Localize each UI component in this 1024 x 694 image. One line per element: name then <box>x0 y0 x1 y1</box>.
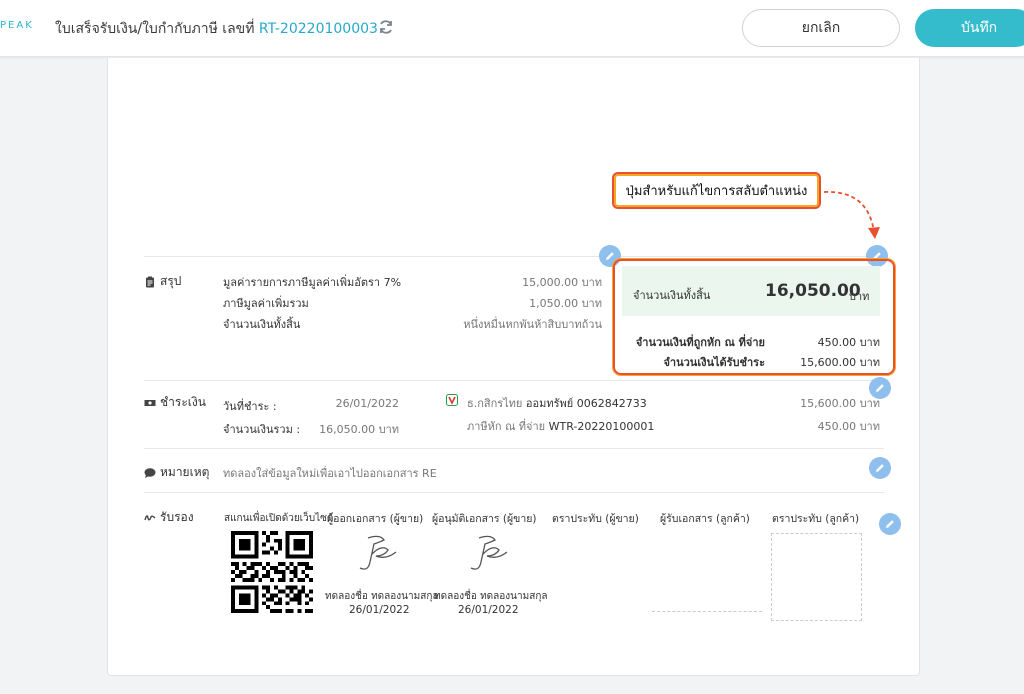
kbank-icon <box>446 394 458 406</box>
top-bar: PEAK ใบเสร็จรับเงิน/ใบกำกับภาษี เลขที่ R… <box>0 0 1024 57</box>
bank-name: ธ.กสิกรไทย <box>467 397 526 410</box>
divider <box>144 256 884 257</box>
divider <box>144 448 884 449</box>
note-section-label: หมายเหตุ <box>144 463 209 482</box>
refresh-icon[interactable] <box>378 19 394 35</box>
approver-signature-icon <box>470 535 508 570</box>
wht-document: WTR-20220100001 <box>548 420 655 433</box>
bank-line: ธ.กสิกรไทย ออมทรัพย์ 0062842733 <box>467 394 647 412</box>
approval-label: รับรอง <box>160 510 194 524</box>
callout-arrow-icon <box>823 191 880 239</box>
approver-date: 26/01/2022 <box>458 604 519 616</box>
edit-approval-button[interactable] <box>879 513 901 535</box>
cash-icon <box>144 399 156 406</box>
comment-icon <box>144 467 156 478</box>
wht-line: ภาษีหัก ณ ที่จ่าย WTR-20220100001 <box>467 417 654 435</box>
pencil-icon <box>876 384 884 392</box>
approval-section-label: รับรอง <box>144 508 194 527</box>
qr-code-icon[interactable] <box>231 531 313 613</box>
seller-stamp-label: ตราประทับ (ผู้ขาย) <box>552 513 639 525</box>
summary-row-label: ภาษีมูลค่าเพิ่มรวม <box>223 297 309 310</box>
amount-in-words: หนึ่งหมื่นหกพันห้าสิบบาทถ้วน <box>463 318 602 331</box>
summary-row-label: มูลค่ารายการภาษีมูลค่าเพิ่มอัตรา 7% <box>223 276 402 289</box>
highlight-frame <box>613 259 895 375</box>
document-number: RT-20220100003 <box>258 21 378 37</box>
bank-account: ออมทรัพย์ 0062842733 <box>525 397 647 410</box>
approver-name: ทดลองชื่อ ทดลองนามสกุล <box>434 591 548 602</box>
wht-amount: 450.00 บาท <box>817 420 880 433</box>
pencil-icon <box>876 464 884 472</box>
summary-row-value: 1,050.00 บาท <box>529 297 602 310</box>
bank-amount: 15,600.00 บาท <box>800 397 880 410</box>
summary-row-label: จำนวนเงินทั้งสิ้น <box>223 318 301 331</box>
cancel-button[interactable]: ยกเลิก <box>742 9 900 47</box>
note-text: ทดลองใส่ข้อมูลใหม่เพื่อเอาไปออกเอกสาร RE <box>223 467 437 480</box>
page-title: ใบเสร็จรับเงิน/ใบกำกับภาษี เลขที่ RT-202… <box>55 18 378 40</box>
payment-amount-label: จำนวนเงินรวม : <box>223 423 301 436</box>
wht-label: ภาษีหัก ณ ที่จ่าย <box>467 420 549 433</box>
payment-label: ชำระเงิน <box>160 395 206 409</box>
payment-date-value: 26/01/2022 <box>335 397 399 410</box>
signature-icon <box>144 514 156 520</box>
save-button[interactable]: บันทึก <box>915 9 1024 47</box>
note-label: หมายเหตุ <box>160 465 210 479</box>
pencil-icon <box>886 520 894 528</box>
edit-payment-button[interactable] <box>869 377 891 399</box>
issuer-label: ผู้ออกเอกสาร (ผู้ขาย) <box>327 513 424 525</box>
issuer-name: ทดลองชื่อ ทดลองนามสกุล <box>325 591 439 602</box>
issuer-date: 26/01/2022 <box>349 604 410 616</box>
clipboard-icon <box>146 276 154 287</box>
qr-label: สแกนเพื่อเปิดด้วยเว็บไซต์ <box>224 513 334 524</box>
approver-label: ผู้อนุมัติเอกสาร (ผู้ขาย) <box>432 513 537 525</box>
pencil-icon <box>606 252 614 260</box>
title-prefix: ใบเสร็จรับเงิน/ใบกำกับภาษี เลขที่ <box>55 21 259 37</box>
summary-row-value: 15,000.00 บาท <box>522 276 602 289</box>
customer-stamp-box <box>771 533 862 621</box>
receiver-label: ผู้รับเอกสาร (ลูกค้า) <box>660 513 750 525</box>
summary-section-label: สรุป <box>144 272 181 291</box>
peak-logo[interactable]: PEAK <box>0 20 34 31</box>
divider <box>144 380 884 381</box>
payment-section-label: ชำระเงิน <box>144 393 206 412</box>
issuer-signature-icon <box>359 535 397 570</box>
payment-amount-value: 16,050.00 บาท <box>319 423 399 436</box>
callout-note: ปุ่มสำหรับแก้ไขการสลับตำแหน่ง <box>612 172 821 209</box>
edit-note-button[interactable] <box>869 457 891 479</box>
divider <box>144 492 884 493</box>
summary-label: สรุป <box>160 274 182 288</box>
payment-date-label: วันที่ชำระ : <box>223 400 277 413</box>
receiver-signature-line <box>652 611 762 612</box>
customer-stamp-label: ตราประทับ (ลูกค้า) <box>772 513 860 525</box>
